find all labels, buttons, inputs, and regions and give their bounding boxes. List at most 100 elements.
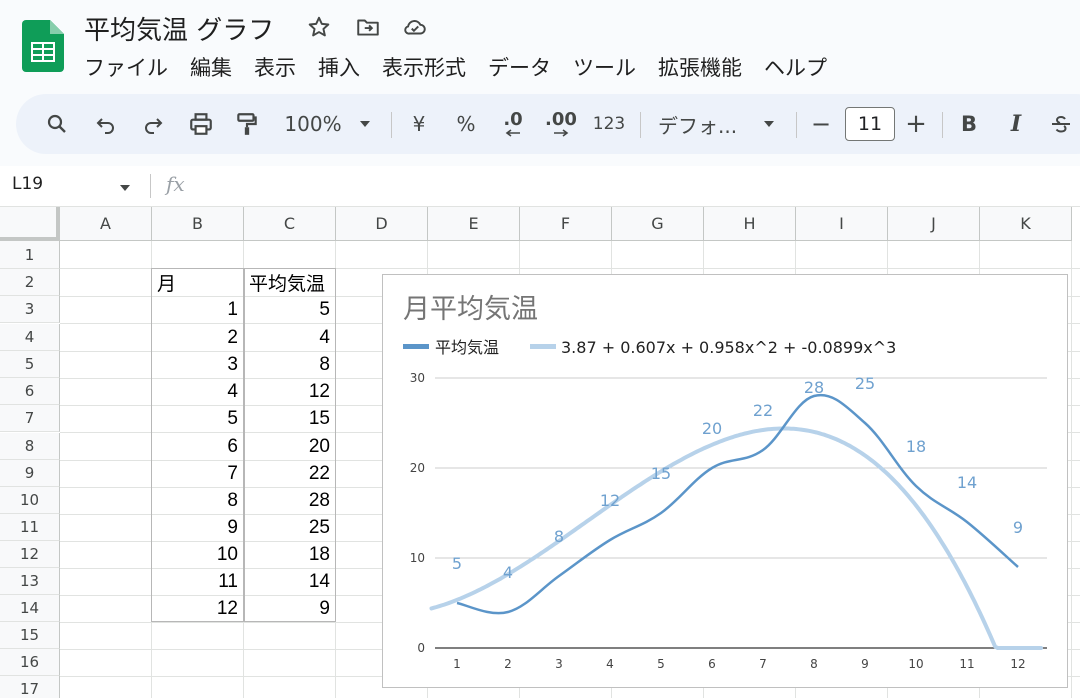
row-header-8[interactable]: 8 xyxy=(0,433,60,460)
temp-cell[interactable]: 15 xyxy=(244,405,336,432)
increase-decimal-button[interactable]: .00 xyxy=(544,94,578,154)
temp-cell[interactable]: 9 xyxy=(244,595,336,622)
cloud-saved-icon[interactable] xyxy=(402,14,428,40)
search-menus-button[interactable] xyxy=(42,94,72,154)
column-header-j[interactable]: J xyxy=(888,207,980,241)
font-size-input[interactable]: 11 xyxy=(845,107,895,141)
row-header-4[interactable]: 4 xyxy=(0,324,60,351)
row-header-15[interactable]: 15 xyxy=(0,622,60,649)
redo-button[interactable] xyxy=(138,94,168,154)
column-header-b[interactable]: B xyxy=(152,207,244,241)
month-cell[interactable]: 8 xyxy=(152,487,244,514)
strikethrough-button[interactable] xyxy=(1048,94,1074,154)
move-to-folder-icon[interactable] xyxy=(355,14,381,40)
zoom-dropdown[interactable] xyxy=(354,94,376,154)
decrease-font-size-button[interactable]: − xyxy=(808,94,834,154)
grid-line xyxy=(1071,241,1072,698)
temp-cell[interactable]: 5 xyxy=(244,296,336,323)
column-header-h[interactable]: H xyxy=(704,207,796,241)
menu-format[interactable]: 表示形式 xyxy=(382,52,466,80)
row-header-9[interactable]: 9 xyxy=(0,460,60,487)
temp-cell[interactable]: 18 xyxy=(244,541,336,568)
temp-cell[interactable]: 8 xyxy=(244,351,336,378)
menu-data[interactable]: データ xyxy=(488,52,551,80)
temp-cell[interactable]: 12 xyxy=(244,378,336,405)
menu-insert[interactable]: 挿入 xyxy=(318,52,360,80)
column-header-k[interactable]: K xyxy=(980,207,1072,241)
undo-button[interactable] xyxy=(91,94,121,154)
column-header-e[interactable]: E xyxy=(428,207,520,241)
menu-tools[interactable]: ツール xyxy=(573,52,636,80)
percent-format-button[interactable]: % xyxy=(453,94,479,154)
column-header-d[interactable]: D xyxy=(336,207,428,241)
column-header-f[interactable]: F xyxy=(520,207,612,241)
row-header-14[interactable]: 14 xyxy=(0,595,60,622)
chart[interactable]: 月平均気温 平均気温 3.87 + 0.607x + 0.958x^2 + -0… xyxy=(382,274,1068,688)
print-button[interactable] xyxy=(185,94,217,154)
month-cell[interactable]: 2 xyxy=(152,324,244,351)
formula-input[interactable] xyxy=(200,170,1070,202)
month-cell[interactable]: 3 xyxy=(152,351,244,378)
select-all-corner[interactable] xyxy=(0,207,60,241)
column-header-g[interactable]: G xyxy=(612,207,704,241)
menu-view[interactable]: 表示 xyxy=(254,52,296,80)
star-icon[interactable] xyxy=(306,14,332,40)
row-header-1[interactable]: 1 xyxy=(0,241,60,269)
column-header-a[interactable]: A xyxy=(60,207,152,241)
increase-font-size-button[interactable]: + xyxy=(903,94,929,154)
menu-help[interactable]: ヘルプ xyxy=(764,52,827,80)
decrease-decimal-button[interactable]: .0 xyxy=(497,94,529,154)
trendline xyxy=(429,426,1043,650)
font-family-select[interactable]: デフォ... xyxy=(658,94,750,154)
chevron-down-icon[interactable] xyxy=(118,181,132,195)
sheets-logo-icon[interactable] xyxy=(22,20,64,72)
arrow-left-icon xyxy=(505,129,520,137)
name-box[interactable]: L19 xyxy=(12,174,43,194)
menu-file[interactable]: ファイル xyxy=(84,52,168,80)
document-title[interactable]: 平均気温 グラフ xyxy=(84,10,274,47)
menu-bar: ファイル 編集 表示 挿入 表示形式 データ ツール 拡張機能 ヘルプ xyxy=(84,52,849,80)
bold-button[interactable]: B xyxy=(956,94,982,154)
temp-cell[interactable]: 22 xyxy=(244,460,336,487)
zoom-select[interactable]: 100% xyxy=(278,94,348,154)
month-cell[interactable]: 11 xyxy=(152,568,244,595)
row-header-10[interactable]: 10 xyxy=(0,487,60,514)
row-header-5[interactable]: 5 xyxy=(0,351,60,378)
row-header-6[interactable]: 6 xyxy=(0,378,60,405)
temp-cell[interactable]: 14 xyxy=(244,568,336,595)
month-cell[interactable]: 5 xyxy=(152,405,244,432)
row-header-2[interactable]: 2 xyxy=(0,269,60,296)
menu-edit[interactable]: 編集 xyxy=(190,52,232,80)
header-cell-temp[interactable]: 平均気温 xyxy=(244,269,336,296)
temp-cell[interactable]: 4 xyxy=(244,324,336,351)
month-cell[interactable]: 4 xyxy=(152,378,244,405)
row-header-7[interactable]: 7 xyxy=(0,405,60,432)
row-header-16[interactable]: 16 xyxy=(0,649,60,676)
temp-cell[interactable]: 20 xyxy=(244,433,336,460)
temp-cell[interactable]: 28 xyxy=(244,487,336,514)
column-header-i[interactable]: I xyxy=(796,207,888,241)
month-cell[interactable]: 10 xyxy=(152,541,244,568)
italic-button[interactable]: I xyxy=(1003,94,1029,154)
header-cell-month[interactable]: 月 xyxy=(152,269,244,296)
row-header-12[interactable]: 12 xyxy=(0,541,60,568)
row-header-3[interactable]: 3 xyxy=(0,296,60,323)
month-cell[interactable]: 12 xyxy=(152,595,244,622)
month-cell[interactable]: 7 xyxy=(152,460,244,487)
formula-divider xyxy=(150,174,151,198)
month-cell[interactable]: 6 xyxy=(152,433,244,460)
month-cell[interactable]: 1 xyxy=(152,296,244,323)
percent-label: % xyxy=(456,112,476,136)
font-family-dropdown[interactable] xyxy=(758,94,780,154)
row-header-17[interactable]: 17 xyxy=(0,676,60,698)
column-header-c[interactable]: C xyxy=(244,207,336,241)
menu-extensions[interactable]: 拡張機能 xyxy=(658,52,742,80)
legend-swatch-trendline xyxy=(530,344,556,349)
currency-format-button[interactable]: ¥ xyxy=(406,94,432,154)
paint-format-button[interactable] xyxy=(232,94,262,154)
row-header-13[interactable]: 13 xyxy=(0,568,60,595)
temp-cell[interactable]: 25 xyxy=(244,514,336,541)
more-formats-button[interactable]: 123 xyxy=(592,94,626,154)
row-header-11[interactable]: 11 xyxy=(0,514,60,541)
month-cell[interactable]: 9 xyxy=(152,514,244,541)
